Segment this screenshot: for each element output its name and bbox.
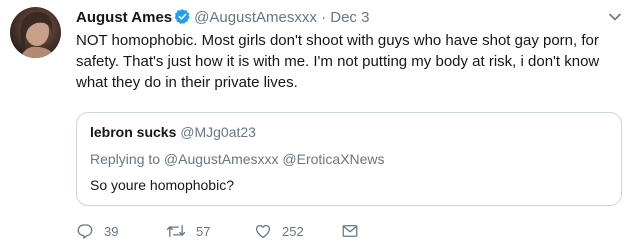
tweet-text: NOT homophobic. Most girls don't shoot w… [76, 32, 600, 91]
tweet-card[interactable]: August Ames @AugustAmesxxx · Dec 3 NOT ho… [0, 0, 634, 251]
replying-to: Replying to @AugustAmesxxx @EroticaXNews [90, 151, 385, 167]
message-icon [341, 222, 359, 240]
author-handle[interactable]: @AugustAmesxxx [194, 9, 317, 26]
reply-button[interactable]: 39 [76, 220, 118, 242]
tweet-actions: 39 57 252 [76, 220, 476, 242]
quoted-tweet-text: So youre homophobic? [90, 177, 234, 193]
retweet-button[interactable]: 57 [166, 220, 210, 242]
tweet-date[interactable]: Dec 3 [330, 9, 369, 26]
reply-icon [76, 222, 94, 240]
reply-count: 39 [104, 223, 119, 239]
tweet-header: August Ames @AugustAmesxxx · Dec 3 [76, 8, 604, 31]
separator-dot: · [321, 9, 327, 26]
avatar[interactable] [10, 7, 61, 58]
quoted-tweet[interactable]: lebron sucks @MJg0at23 Replying to @Augu… [76, 112, 622, 206]
direct-message-button[interactable] [341, 220, 359, 242]
like-count: 252 [282, 223, 304, 239]
quoted-author-name: lebron sucks [90, 124, 177, 140]
chevron-down-icon[interactable] [608, 10, 622, 24]
quoted-author-handle: @MJg0at23 [180, 124, 256, 140]
quoted-tweet-header: lebron sucks @MJg0at23 [90, 123, 256, 141]
like-icon [254, 222, 272, 240]
verified-badge-icon [174, 8, 191, 31]
like-button[interactable]: 252 [254, 220, 304, 242]
retweet-count: 57 [196, 223, 211, 239]
retweet-icon [166, 222, 186, 240]
author-name[interactable]: August Ames [76, 9, 172, 26]
